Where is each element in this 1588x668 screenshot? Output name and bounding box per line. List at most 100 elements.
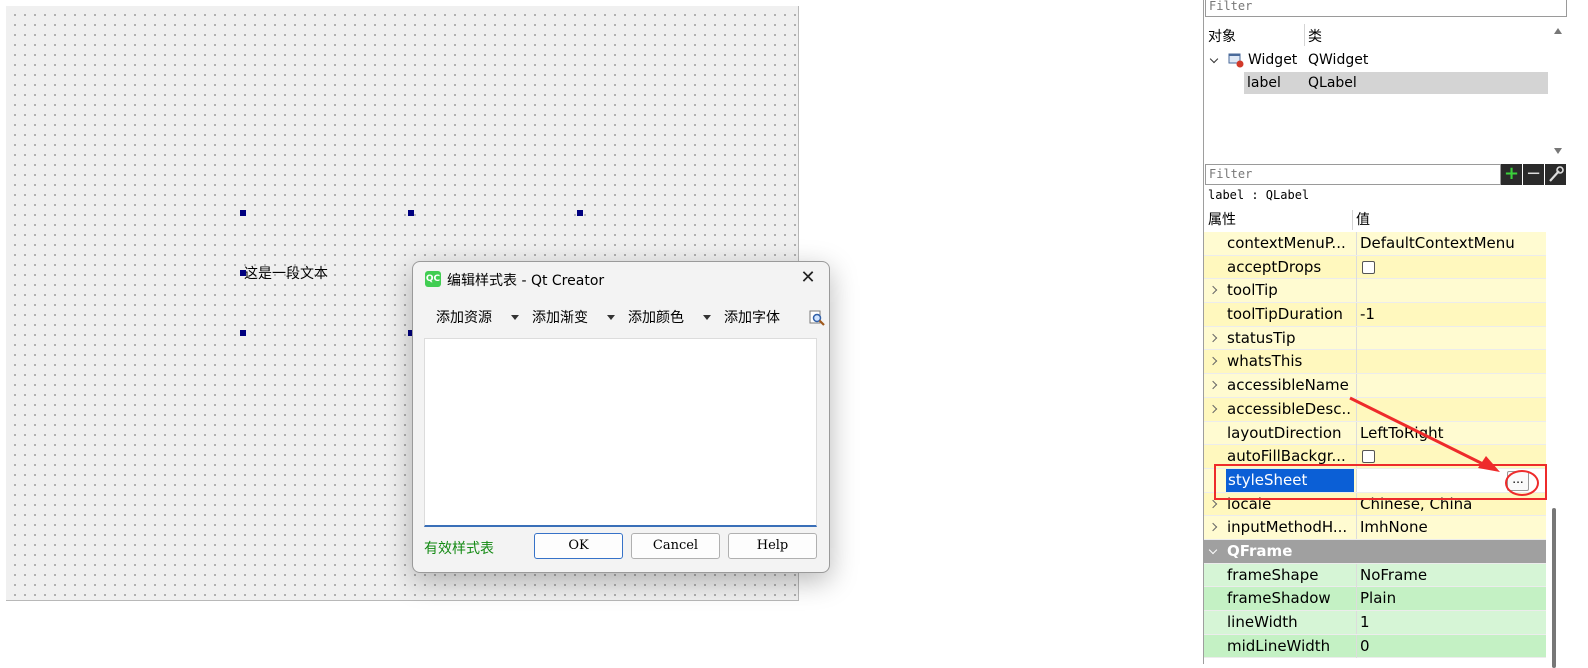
tree-row-widget[interactable]: Widget QWidget	[1204, 49, 1548, 71]
property-name: frameShadow	[1227, 589, 1331, 608]
property-row-statustip[interactable]: statusTip	[1204, 326, 1546, 351]
resize-handle-middle-left[interactable]	[240, 270, 246, 276]
property-row-accessibledescription[interactable]: accessibleDesc...	[1204, 397, 1546, 422]
magnifier-preview-icon[interactable]	[809, 310, 825, 326]
column-separator	[1352, 210, 1353, 230]
property-value[interactable]	[1356, 374, 1550, 398]
property-row-autofillbackground[interactable]: autoFillBackgr...	[1204, 445, 1546, 469]
scroll-up-arrow-icon[interactable]	[1554, 28, 1562, 34]
resize-handle-bottom-left[interactable]	[240, 330, 246, 336]
property-name: contextMenuP...	[1227, 234, 1346, 252]
property-row-linewidth[interactable]: lineWidth 1	[1204, 611, 1546, 635]
property-value[interactable]	[1356, 279, 1550, 303]
property-name: accessibleName	[1227, 376, 1349, 395]
property-row-locale[interactable]: locale Chinese, China	[1204, 492, 1546, 517]
property-editor-scrollbar[interactable]	[1548, 232, 1564, 668]
property-value[interactable]: -1	[1356, 303, 1550, 327]
property-row-tooltip[interactable]: toolTip	[1204, 279, 1546, 304]
autofillbackground-checkbox[interactable]	[1362, 450, 1375, 464]
property-table: contextMenuP... DefaultContextMenu accep…	[1204, 232, 1550, 659]
property-name: whatsThis	[1227, 352, 1303, 371]
add-gradient-dropdown-arrow-icon[interactable]	[607, 315, 615, 320]
resize-handle-top-left[interactable]	[240, 210, 246, 216]
property-name: inputMethodH...	[1227, 518, 1348, 537]
tree-row-label[interactable]: label QLabel	[1244, 72, 1548, 94]
property-row-stylesheet[interactable]: styleSheet ...	[1204, 468, 1550, 493]
property-value[interactable]	[1356, 350, 1550, 374]
property-value	[1356, 255, 1550, 279]
close-icon[interactable]: ✕	[797, 267, 819, 289]
property-name: accessibleDesc...	[1227, 399, 1351, 418]
property-value[interactable]: 1	[1356, 611, 1550, 634]
cancel-button[interactable]: Cancel	[631, 533, 720, 559]
property-row-acceptdrops[interactable]: acceptDrops	[1204, 255, 1546, 280]
add-font-button[interactable]: 添加字体	[724, 306, 780, 330]
property-value[interactable]: DefaultContextMenu	[1356, 232, 1550, 255]
property-row-layoutdirection[interactable]: layoutDirection LeftToRight	[1204, 421, 1546, 446]
chevron-right-icon[interactable]	[1208, 499, 1218, 508]
property-row-contextmenupolicy[interactable]: contextMenuP... DefaultContextMenu	[1204, 232, 1546, 256]
chevron-down-icon[interactable]	[1209, 54, 1219, 64]
property-row-tooltipduration[interactable]: toolTipDuration -1	[1204, 303, 1546, 327]
property-name: toolTipDuration	[1227, 305, 1343, 324]
property-row-frameshadow[interactable]: frameShadow Plain	[1204, 587, 1546, 611]
property-value[interactable]: NoFrame	[1356, 563, 1550, 587]
property-name: midLineWidth	[1227, 636, 1331, 655]
scroll-down-arrow-icon[interactable]	[1554, 148, 1562, 154]
property-row-midlinewidth[interactable]: midLineWidth 0	[1204, 634, 1546, 659]
property-value	[1356, 445, 1550, 469]
property-value[interactable]	[1356, 326, 1550, 350]
add-gradient-button[interactable]: 添加渐变	[532, 306, 588, 330]
property-row-accessiblename[interactable]: accessibleName	[1204, 374, 1546, 398]
resize-handle-top-center[interactable]	[408, 210, 414, 216]
ok-button[interactable]: OK	[534, 533, 623, 559]
property-name: lineWidth	[1227, 613, 1298, 631]
remove-dynamic-property-icon[interactable]: −	[1523, 164, 1544, 185]
property-section-qframe[interactable]: QFrame	[1204, 539, 1546, 564]
chevron-right-icon[interactable]	[1208, 523, 1218, 532]
scrollbar-thumb[interactable]	[1552, 508, 1556, 668]
help-button[interactable]: Help	[728, 533, 817, 559]
property-filter-input[interactable]: Filter	[1205, 164, 1501, 185]
column-separator	[1304, 24, 1305, 46]
add-resource-button[interactable]: 添加资源	[436, 306, 492, 330]
add-color-button[interactable]: 添加颜色	[628, 306, 684, 330]
property-row-whatsthis[interactable]: whatsThis	[1204, 350, 1546, 375]
property-value[interactable]	[1356, 397, 1550, 421]
column-header-object[interactable]: 对象	[1208, 26, 1236, 46]
dialog-titlebar[interactable]: QC 编辑样式表 - Qt Creator ✕	[413, 262, 829, 296]
property-row-frameshape[interactable]: frameShape NoFrame	[1204, 563, 1546, 588]
chevron-right-icon[interactable]	[1208, 333, 1218, 342]
chevron-right-icon[interactable]	[1208, 286, 1218, 295]
chevron-right-icon[interactable]	[1208, 404, 1218, 414]
column-header-class[interactable]: 类	[1308, 26, 1322, 46]
add-color-dropdown-arrow-icon[interactable]	[703, 315, 711, 320]
property-name: locale	[1227, 494, 1272, 513]
add-dynamic-property-icon[interactable]: +	[1501, 164, 1522, 185]
property-row-inputmethodhints[interactable]: inputMethodH... ImhNone	[1204, 516, 1546, 540]
chevron-right-icon[interactable]	[1208, 357, 1218, 366]
tree-item-class: QLabel	[1308, 75, 1357, 91]
edit-stylesheet-ellipsis-button[interactable]: ...	[1507, 470, 1529, 491]
add-resource-dropdown-arrow-icon[interactable]	[511, 315, 519, 320]
acceptdrops-checkbox[interactable]	[1362, 260, 1375, 274]
property-value[interactable]: Plain	[1356, 587, 1550, 611]
property-value[interactable]: LeftToRight	[1356, 421, 1550, 445]
stylesheet-valid-status: 有效样式表	[424, 541, 494, 557]
resize-handle-top-right[interactable]	[577, 210, 583, 216]
property-name: acceptDrops	[1227, 257, 1322, 276]
chevron-right-icon[interactable]	[1208, 380, 1218, 390]
column-header-property[interactable]: 属性	[1208, 208, 1236, 232]
property-name: styleSheet	[1226, 468, 1354, 492]
wrench-config-icon[interactable]	[1545, 164, 1566, 185]
object-inspector-header: 对象 类	[1204, 24, 1548, 46]
property-value[interactable]: 0	[1356, 634, 1550, 658]
canvas-label-widget[interactable]: 这是一段文本	[244, 263, 328, 283]
property-value[interactable]: ImhNone	[1356, 516, 1550, 540]
column-header-value[interactable]: 值	[1356, 208, 1370, 232]
object-inspector-scrollbar[interactable]	[1550, 18, 1566, 160]
stylesheet-text-editor[interactable]	[424, 338, 817, 527]
property-value[interactable]: Chinese, China	[1356, 492, 1550, 516]
chevron-down-icon[interactable]	[1208, 545, 1218, 555]
object-filter-input[interactable]: Filter	[1205, 0, 1567, 17]
